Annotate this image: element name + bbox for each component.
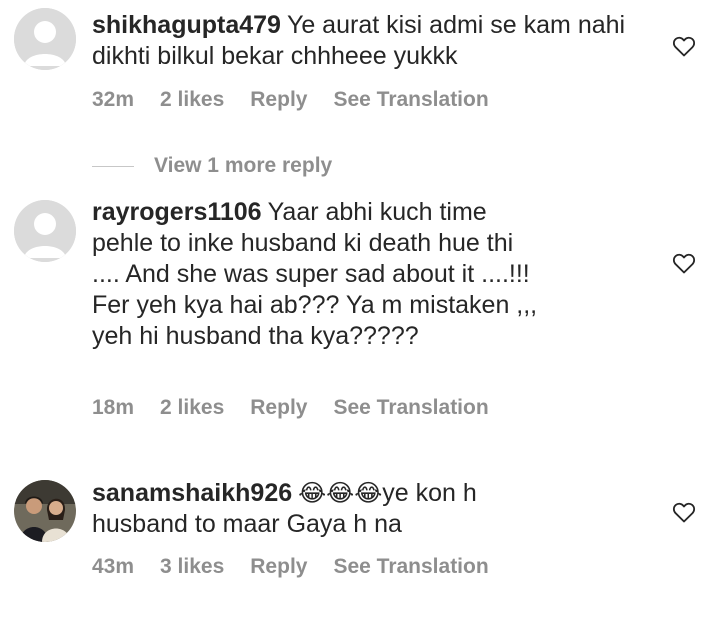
comment-meta: 18m 2 likes Reply See Translation	[92, 396, 515, 420]
see-translation-button[interactable]: See Translation	[333, 88, 488, 111]
likes-count[interactable]: 3 likes	[160, 555, 224, 578]
see-translation-button[interactable]: See Translation	[333, 396, 488, 419]
reply-button[interactable]: Reply	[250, 396, 307, 419]
heart-icon[interactable]	[672, 252, 696, 274]
default-avatar-icon	[14, 200, 76, 262]
default-avatar-icon	[14, 8, 76, 70]
avatar[interactable]	[14, 480, 76, 542]
comment-username[interactable]: rayrogers1106	[92, 198, 262, 226]
view-more-replies[interactable]: View 1 more reply	[92, 154, 332, 178]
comment-body: sanamshaikh926 😂😂😂ye kon h husband to maa…	[92, 478, 562, 540]
likes-count[interactable]: 2 likes	[160, 396, 224, 419]
heart-icon[interactable]	[672, 501, 696, 523]
comment-body: rayrogers1106 Yaar abhi kuch time pehle t…	[92, 197, 547, 352]
heart-icon[interactable]	[672, 35, 696, 57]
comment-body: shikhagupta479 Ye aurat kisi admi se kam …	[92, 10, 652, 72]
laughing-tears-emoji: 😂😂😂	[298, 479, 383, 507]
avatar[interactable]	[14, 8, 76, 70]
comment-meta: 43m 3 likes Reply See Translation	[92, 555, 515, 579]
comment-time: 18m	[92, 396, 135, 419]
comment-username[interactable]: shikhagupta479	[92, 11, 281, 39]
avatar[interactable]	[14, 200, 76, 262]
view-more-replies-label[interactable]: View 1 more reply	[154, 154, 332, 178]
comment-username[interactable]: sanamshaikh926	[92, 479, 292, 507]
see-translation-button[interactable]: See Translation	[333, 555, 488, 578]
reply-button[interactable]: Reply	[250, 88, 307, 111]
comment-meta: 32m 2 likes Reply See Translation	[92, 88, 515, 112]
profile-photo-avatar	[14, 480, 76, 542]
divider-line	[92, 165, 134, 167]
likes-count[interactable]: 2 likes	[160, 88, 224, 111]
reply-button[interactable]: Reply	[250, 555, 307, 578]
comment-time: 43m	[92, 555, 135, 578]
comment-time: 32m	[92, 88, 135, 111]
